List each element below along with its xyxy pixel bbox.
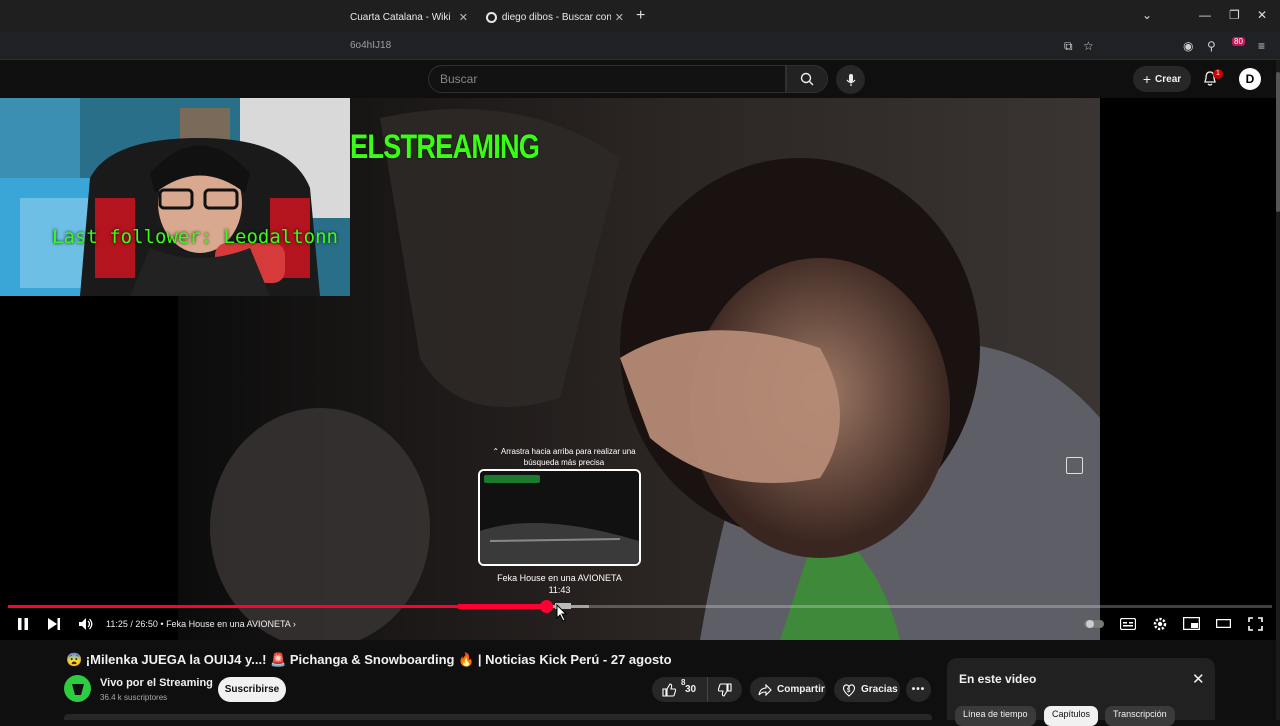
close-icon[interactable]: ✕: [615, 11, 624, 24]
autoplay-toggle-icon: [1084, 620, 1104, 628]
browser-tab-bar: Cuarta Catalana - Wikipedia, la ✕ diego …: [0, 0, 1280, 32]
chapter-label: Feka House en una AVIONETA: [166, 619, 291, 629]
user-avatar[interactable]: D: [1239, 68, 1261, 90]
thumbs-down-icon: [718, 682, 732, 697]
thanks-heart-icon: $: [842, 683, 856, 697]
miniplayer-button[interactable]: [1183, 617, 1200, 630]
new-tab-button[interactable]: +: [636, 7, 645, 25]
channel-avatar[interactable]: [64, 675, 91, 702]
skip-next-icon: [48, 618, 60, 630]
progress-bar-hover-segment: [458, 604, 546, 609]
dislike-button[interactable]: [708, 677, 742, 702]
subscribe-button[interactable]: Suscribirse: [218, 677, 286, 702]
fullscreen-button[interactable]: [1248, 617, 1263, 631]
share-button[interactable]: Compartir: [750, 677, 826, 702]
share-icon: [758, 683, 772, 696]
plus-icon: +: [1142, 71, 1152, 87]
tab-chapters[interactable]: Capítulos: [1044, 706, 1099, 726]
minimize-button[interactable]: —: [1199, 8, 1211, 22]
expand-corner-icon[interactable]: [1066, 457, 1083, 474]
search-box: [428, 65, 786, 93]
create-button[interactable]: + Crear: [1133, 66, 1191, 92]
preview-image: [480, 471, 639, 564]
subscriber-count: 36.4 k suscriptores: [100, 693, 168, 702]
thanks-button[interactable]: $ Gracias: [834, 677, 900, 702]
gear-icon: [1153, 617, 1167, 631]
youtube-header: + Crear: [0, 60, 1280, 98]
maximize-button[interactable]: ❐: [1229, 8, 1240, 22]
webcam-overlay: [0, 98, 350, 296]
tab-title: Cuarta Catalana - Wikipedia, la: [350, 11, 451, 23]
page-scrollbar-thumb[interactable]: [1276, 72, 1280, 212]
svg-text:$: $: [847, 688, 851, 694]
fullscreen-icon: [1248, 617, 1263, 631]
scrub-preview-thumbnail: [478, 469, 641, 566]
preview-chapter-title: Feka House en una AVIONETA: [497, 573, 622, 583]
create-label: Crear: [1155, 73, 1182, 85]
pause-icon: [18, 618, 28, 630]
description-box-edge: [64, 714, 932, 720]
more-horizontal-icon: •••: [911, 684, 926, 695]
time-display: 11:25 / 26:50: [106, 619, 158, 629]
url-text[interactable]: 6o4hIJ18: [350, 40, 391, 51]
tab-wikipedia[interactable]: Cuarta Catalana - Wikipedia, la ✕: [350, 4, 468, 30]
close-icon: ✕: [1192, 671, 1205, 688]
close-window-button[interactable]: ✕: [1257, 8, 1267, 22]
miniplayer-icon: [1183, 617, 1200, 630]
chevron-right-icon: ›: [292, 619, 296, 629]
menu-icon[interactable]: ≡: [1258, 39, 1265, 53]
video-title: 😨 ¡Milenka JUEGA la OUIJ4 y...! 🚨 Pichan…: [66, 652, 672, 667]
extensions-icon[interactable]: ⚲: [1207, 39, 1216, 53]
bookmark-star-icon[interactable]: ☆: [1083, 39, 1094, 53]
time-and-chapter[interactable]: 11:25 / 26:50 • Feka House en una AVIONE…: [106, 619, 296, 629]
last-follower-text: Last follower: Leodaltonn: [52, 226, 338, 248]
drag-hint-text: ⌃ Arrastra hacia arriba para realizar un…: [492, 447, 636, 467]
tab-google[interactable]: diego dibos - Buscar con Googl ✕: [486, 4, 624, 30]
thumbs-up-icon: [662, 682, 676, 697]
tab-search-chevron-icon[interactable]: ⌄: [1142, 8, 1152, 22]
volume-icon: [79, 618, 93, 630]
next-button[interactable]: [47, 617, 61, 631]
voice-search-button[interactable]: [836, 65, 865, 94]
like-count: 30: [685, 683, 697, 695]
search-button[interactable]: [786, 65, 828, 93]
overlay-channel-title: ELSTREAMING: [350, 128, 540, 166]
autoplay-toggle[interactable]: [1084, 619, 1104, 629]
address-bar: 6o4hIJ18 ⧉ ☆ ◉ ⚲ 80 ≡: [0, 32, 1280, 60]
subtitles-button[interactable]: [1120, 618, 1136, 630]
tab-transcript[interactable]: Transcripción: [1105, 706, 1175, 726]
thanks-label: Gracias: [861, 684, 898, 695]
webcam-image: [0, 98, 350, 296]
preview-timestamp: 11:43: [548, 585, 571, 595]
tab-title: diego dibos - Buscar con Googl: [501, 11, 611, 23]
search-input[interactable]: [429, 66, 785, 92]
google-icon: [486, 11, 497, 23]
volume-button[interactable]: [78, 617, 94, 631]
share-label: Compartir: [777, 684, 825, 695]
theater-mode-button[interactable]: [1216, 619, 1231, 628]
like-button[interactable]: 8 30: [652, 677, 708, 702]
pause-button[interactable]: [16, 617, 30, 631]
notification-badge: 1: [1213, 69, 1223, 79]
close-icon[interactable]: ✕: [459, 11, 468, 24]
search-icon: [800, 72, 814, 86]
microphone-icon: [846, 73, 855, 86]
panel-close-button[interactable]: ✕: [1192, 670, 1205, 688]
account-icon[interactable]: ◉: [1183, 39, 1193, 53]
channel-name[interactable]: Vivo por el Streaming: [100, 677, 213, 689]
tab-timeline[interactable]: Línea de tiempo: [955, 706, 1036, 726]
install-app-icon[interactable]: ⧉: [1064, 39, 1073, 54]
extension-badge[interactable]: 80: [1232, 37, 1245, 46]
like-dislike-group: 8 30: [652, 677, 742, 702]
subtitles-icon: [1120, 618, 1136, 630]
channel-logo-icon: [71, 683, 84, 695]
theater-mode-icon: [1216, 619, 1231, 628]
panel-title: En este video: [959, 672, 1037, 686]
settings-button[interactable]: [1152, 616, 1168, 632]
more-actions-button[interactable]: •••: [906, 677, 931, 702]
